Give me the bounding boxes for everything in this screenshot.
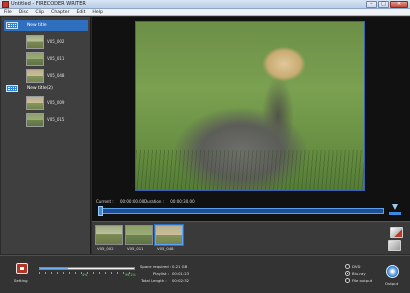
chapter-item[interactable]: V05_009 xyxy=(26,96,86,113)
duration-label: Duration : xyxy=(144,199,164,204)
total-length: Total Length : 00:02:32 xyxy=(141,278,189,283)
space-required-value: 0.21 GB xyxy=(172,264,188,269)
title-label: New title xyxy=(27,23,47,28)
space-required-label: Space required : xyxy=(140,264,172,269)
title-label: New title(2) xyxy=(27,86,53,91)
title-item[interactable]: New title(2) xyxy=(4,83,88,94)
clip-item[interactable]: V05_048 xyxy=(155,225,183,252)
current-time: Current : 00:00:00.00 xyxy=(96,199,144,204)
current-time-label: Current : xyxy=(96,199,114,204)
playlist-length: Playlist : 00:01:23 xyxy=(153,271,189,276)
menu-help[interactable]: Help xyxy=(92,9,102,15)
close-icon: ✕ xyxy=(396,1,402,7)
preview-area: Current : 00:00:00.00 Duration : 00:00:3… xyxy=(92,17,410,221)
space-required: Space required : 0.21 GB xyxy=(140,264,187,269)
capacity-meter xyxy=(39,267,135,270)
capacity-percent-left: 4% xyxy=(82,273,88,277)
clip-item[interactable]: V05_002 xyxy=(95,225,123,252)
clip-thumbnail xyxy=(95,225,123,245)
current-time-value: 00:00:00.00 xyxy=(119,199,145,204)
title-chapter-panel: New title V05_002 V05_011 V05_048 New ti… xyxy=(1,17,91,254)
video-preview[interactable] xyxy=(135,21,365,191)
duration: Duration : 00:00:30.00 xyxy=(144,199,195,204)
clip-thumbnail xyxy=(155,225,183,245)
menu-file[interactable]: File xyxy=(4,9,12,15)
menu-disc[interactable]: Disc xyxy=(19,9,29,15)
window-title: Untitled - FIRECODER WRITER xyxy=(11,1,86,7)
video-frame-texture xyxy=(136,150,364,190)
total-length-value: 00:02:32 xyxy=(172,278,190,283)
clip-strip: V05_002 V05_011 V05_048 xyxy=(92,221,410,254)
window-controls: – □ ✕ xyxy=(366,1,408,8)
menu-clip[interactable]: Clip xyxy=(35,9,44,15)
output-label[interactable]: Output xyxy=(385,281,398,286)
chapter-label: V05_048 xyxy=(47,73,65,78)
chapter-thumbnail xyxy=(26,52,44,66)
output-option-label: File output xyxy=(352,278,373,283)
chapter-item[interactable]: V05_015 xyxy=(26,113,86,130)
chapter-thumbnail xyxy=(26,69,44,83)
output-option-label: DVD xyxy=(352,264,361,269)
edit-clip-icon[interactable] xyxy=(390,227,403,238)
duration-value: 00:00:30.00 xyxy=(170,199,195,204)
status-panel: Setting 4% 99.1% Space required : 0.21 G… xyxy=(0,255,410,293)
minimize-button[interactable]: – xyxy=(366,1,377,8)
title-bar: Untitled - FIRECODER WRITER – □ ✕ xyxy=(0,0,410,9)
chapter-item[interactable]: V05_011 xyxy=(26,52,86,69)
film-icon xyxy=(6,22,18,29)
clip-item[interactable]: V05_011 xyxy=(125,225,153,252)
zoom-icon[interactable] xyxy=(389,204,401,215)
capacity-percent-right: 99.1% xyxy=(125,273,136,277)
capacity-meter-fill xyxy=(40,268,69,269)
radio-button[interactable] xyxy=(345,271,350,276)
output-option-label: Blu-ray xyxy=(352,271,366,276)
setting-label[interactable]: Setting xyxy=(14,278,28,283)
chapter-thumbnail xyxy=(26,113,44,127)
output-option-file[interactable]: File output xyxy=(345,278,385,284)
chapter-label: V05_011 xyxy=(47,56,65,61)
chapter-label: V05_009 xyxy=(47,100,65,105)
maximize-button[interactable]: □ xyxy=(378,1,389,8)
seek-handle[interactable] xyxy=(98,206,103,216)
clip-label: V05_048 xyxy=(157,246,174,251)
settings-icon[interactable] xyxy=(16,263,28,274)
film-icon xyxy=(6,85,18,92)
chapter-thumbnail xyxy=(26,96,44,110)
playlist-value: 00:01:23 xyxy=(172,271,190,276)
chapter-label: V05_002 xyxy=(47,39,65,44)
seek-bar[interactable] xyxy=(100,208,384,214)
total-length-label: Total Length : xyxy=(141,278,167,283)
clip-thumbnail xyxy=(125,225,153,245)
clip-label: V05_011 xyxy=(127,246,144,251)
maximize-icon: □ xyxy=(381,1,386,7)
menu-bar: File Disc Clip Chapter Edit Help xyxy=(0,9,410,16)
chapter-thumbnail xyxy=(26,35,44,49)
minimize-icon: – xyxy=(370,1,373,7)
disc-output-icon[interactable] xyxy=(386,265,399,278)
app-icon xyxy=(2,1,9,8)
menu-chapter[interactable]: Chapter xyxy=(51,9,69,15)
menu-edit[interactable]: Edit xyxy=(76,9,85,15)
delete-clip-icon[interactable] xyxy=(388,240,401,251)
playlist-label: Playlist : xyxy=(153,271,169,276)
radio-button[interactable] xyxy=(345,264,350,269)
title-item[interactable]: New title xyxy=(4,20,88,31)
chapter-label: V05_015 xyxy=(47,117,65,122)
clip-label: V05_002 xyxy=(97,246,114,251)
output-option-dvd[interactable]: DVD xyxy=(345,264,385,270)
radio-button[interactable] xyxy=(345,278,350,283)
close-button[interactable]: ✕ xyxy=(390,1,408,8)
output-option-bluray[interactable]: Blu-ray xyxy=(345,271,385,277)
chapter-item[interactable]: V05_002 xyxy=(26,35,86,52)
